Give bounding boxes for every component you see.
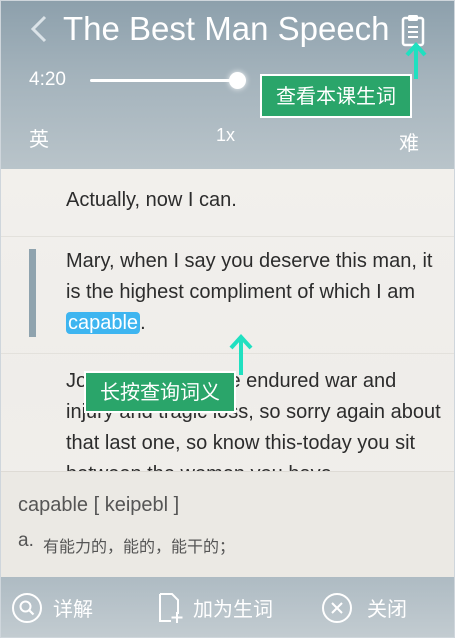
definition-word: capable [ keipebl ]: [18, 494, 180, 516]
add-document-icon: [159, 593, 183, 623]
search-icon: [12, 593, 42, 623]
vocab-tooltip: 查看本课生词: [260, 74, 412, 118]
progress-thumb[interactable]: [228, 72, 246, 89]
close-label: 关闭: [367, 597, 407, 621]
app-screen: The Best Man Speech 4:20 英 1x 难 Actually…: [0, 0, 455, 638]
transcript: Actually, now I can. Mary, when I say yo…: [1, 169, 454, 485]
definition-panel: capable [ keipebl ] a. 有能力的，能的，能干的；: [1, 471, 454, 577]
chevron-left-icon: [30, 15, 47, 43]
active-line-indicator: [29, 249, 36, 337]
transcript-line[interactable]: Actually, now I can.: [1, 169, 454, 237]
close-icon: [322, 593, 352, 623]
definition-meaning: 有能力的，能的，能干的；: [43, 537, 236, 556]
lesson-title: The Best Man Speech: [63, 10, 390, 47]
bottom-toolbar: 详解 加为生词 关闭: [1, 577, 454, 637]
detail-button[interactable]: 详解: [11, 590, 111, 624]
difficulty-hard-label[interactable]: 难: [399, 127, 419, 156]
part-of-speech: a.: [18, 530, 34, 551]
transcript-line-active[interactable]: Mary, when I say you deserve this man, i…: [1, 237, 454, 354]
playback-time: 4:20: [29, 69, 66, 90]
transcript-text-after: .: [140, 312, 146, 334]
progress-track[interactable]: [90, 79, 238, 82]
difficulty-easy-label[interactable]: 英: [29, 123, 49, 152]
transcript-text: Actually, now I can.: [66, 189, 237, 211]
detail-label: 详解: [53, 597, 93, 621]
add-word-button[interactable]: 加为生词: [157, 590, 297, 624]
close-button[interactable]: 关闭: [321, 590, 421, 624]
highlighted-word[interactable]: capable: [66, 312, 141, 334]
playback-speed[interactable]: 1x: [216, 125, 235, 146]
transcript-text-before: Mary, when I say you deserve this man, i…: [66, 250, 433, 303]
lookup-tooltip: 长按查询词义: [84, 371, 236, 413]
transcript-text: Mary, when I say you deserve this man, i…: [66, 246, 446, 339]
back-button[interactable]: [27, 13, 51, 45]
add-word-label: 加为生词: [193, 597, 273, 621]
